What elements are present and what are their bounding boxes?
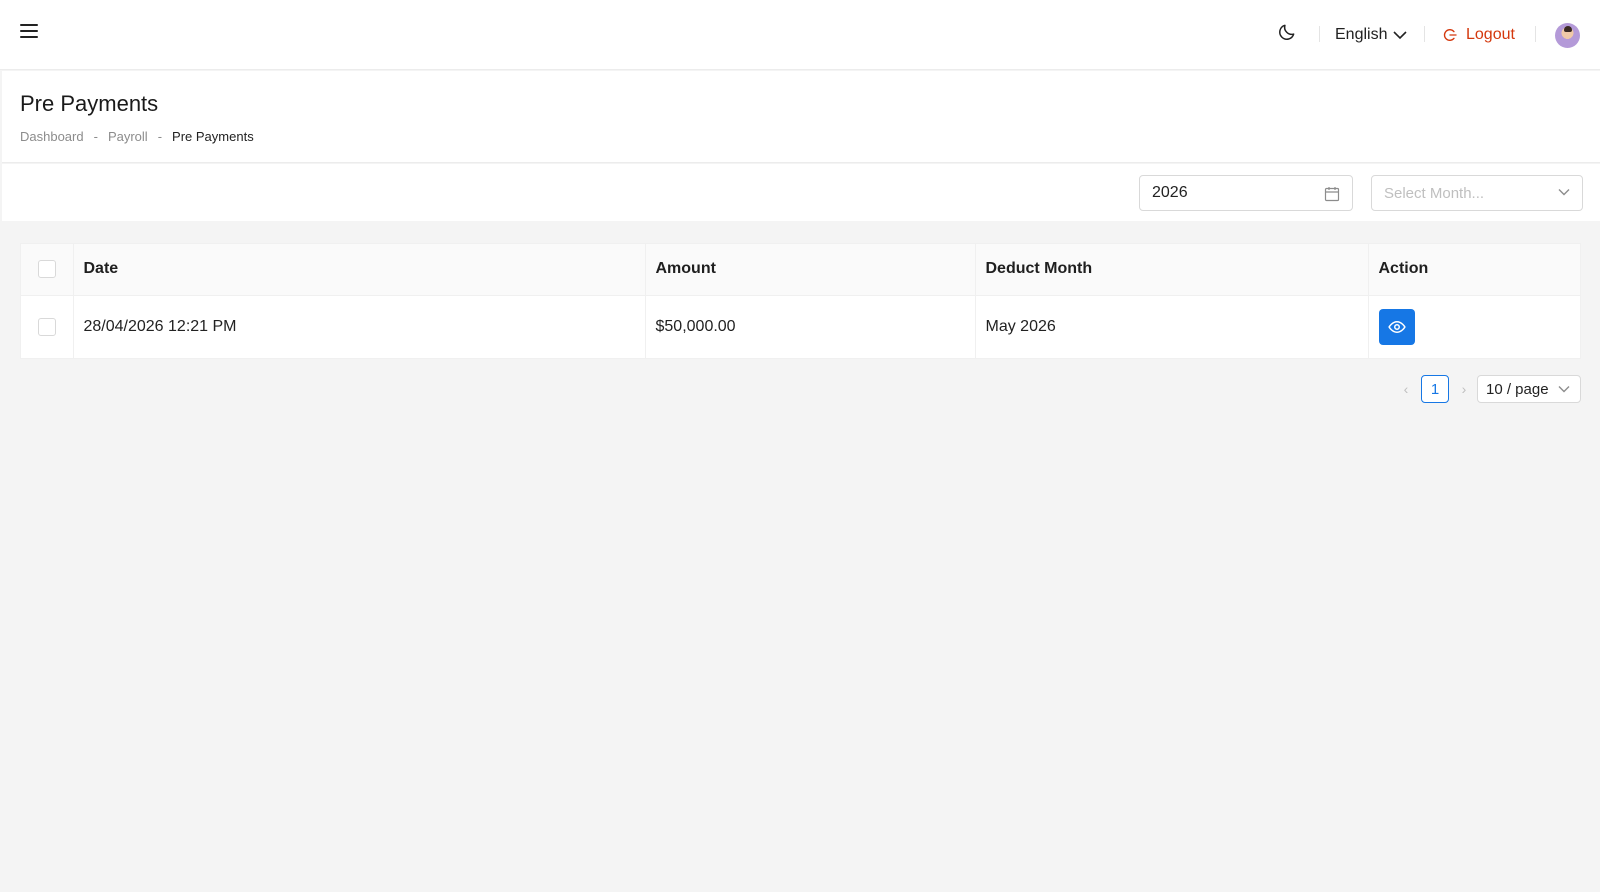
year-picker[interactable]: 2026 bbox=[1139, 175, 1353, 211]
next-page-icon[interactable]: › bbox=[1453, 375, 1475, 403]
row-select-cell bbox=[21, 295, 74, 358]
table-row: 28/04/2026 12:21 PM $50,000.00 May 2026 bbox=[21, 295, 1580, 358]
eye-icon bbox=[1387, 320, 1406, 333]
breadcrumb-current: Pre Payments bbox=[172, 129, 254, 144]
language-label: English bbox=[1335, 26, 1388, 43]
logout-icon bbox=[1443, 29, 1457, 41]
filter-bar: 2026 Select Month... bbox=[2, 164, 1600, 221]
top-header: English Logout bbox=[0, 0, 1600, 70]
year-value: 2026 bbox=[1152, 184, 1188, 201]
select-all-cell bbox=[21, 244, 74, 296]
calendar-icon bbox=[1324, 187, 1340, 202]
cell-deduct-month: May 2026 bbox=[975, 295, 1369, 358]
language-select[interactable]: English bbox=[1335, 24, 1408, 46]
column-header-action: Action bbox=[1368, 244, 1580, 296]
view-button[interactable] bbox=[1378, 308, 1415, 345]
column-header-date[interactable]: Date bbox=[73, 244, 646, 296]
month-select[interactable]: Select Month... bbox=[1371, 175, 1583, 211]
chevron-down-icon bbox=[1393, 31, 1408, 40]
chevron-down-icon bbox=[1558, 386, 1570, 393]
page-size-label: 10 / page bbox=[1486, 380, 1549, 398]
cell-action bbox=[1368, 295, 1580, 358]
page-header: Pre Payments Dashboard - Payroll - Pre P… bbox=[2, 71, 1600, 163]
column-header-amount[interactable]: Amount bbox=[645, 244, 976, 296]
cell-amount: $50,000.00 bbox=[645, 295, 976, 358]
logout-button[interactable]: Logout bbox=[1442, 24, 1515, 46]
prev-page-icon[interactable]: ‹ bbox=[1395, 375, 1417, 403]
row-checkbox[interactable] bbox=[37, 317, 56, 336]
chevron-down-icon bbox=[1558, 189, 1570, 196]
page-title: Pre Payments bbox=[20, 91, 159, 116]
breadcrumb-dashboard[interactable]: Dashboard bbox=[20, 129, 84, 144]
breadcrumb: Dashboard - Payroll - Pre Payments bbox=[20, 129, 254, 144]
dark-mode-moon-icon[interactable] bbox=[1277, 22, 1299, 44]
breadcrumb-separator: - bbox=[93, 129, 98, 144]
select-all-checkbox[interactable] bbox=[37, 260, 56, 279]
page-size-select[interactable]: 10 / page bbox=[1477, 375, 1581, 403]
logout-label: Logout bbox=[1466, 26, 1515, 43]
page-number-current[interactable]: 1 bbox=[1421, 375, 1449, 403]
divider bbox=[1535, 26, 1536, 42]
month-placeholder: Select Month... bbox=[1384, 184, 1485, 202]
divider bbox=[1424, 26, 1425, 42]
pagination: ‹ 1 › bbox=[1395, 375, 1475, 403]
divider bbox=[1319, 26, 1320, 42]
column-header-deduct-month[interactable]: Deduct Month bbox=[975, 244, 1369, 296]
user-avatar[interactable] bbox=[1555, 23, 1580, 48]
breadcrumb-separator: - bbox=[157, 129, 163, 144]
table-header-row: Date Amount Deduct Month Action bbox=[21, 244, 1580, 296]
breadcrumb-payroll[interactable]: Payroll bbox=[108, 129, 148, 144]
pre-payments-table: Date Amount Deduct Month Action 28/04/20… bbox=[20, 243, 1581, 359]
hamburger-menu-icon[interactable] bbox=[18, 20, 42, 44]
cell-date: 28/04/2026 12:21 PM bbox=[73, 295, 646, 358]
